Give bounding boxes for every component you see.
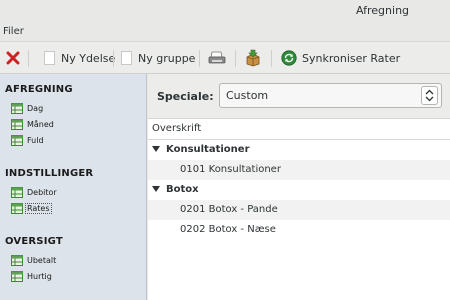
table-icon	[11, 134, 23, 146]
print-button[interactable]	[207, 42, 227, 74]
sidebar-item-maaned[interactable]: Måned	[11, 117, 55, 131]
tree-group-row[interactable]: Botox	[148, 180, 450, 200]
sidebar-item-label: Måned	[27, 119, 54, 129]
tree-child-label: 0201 Botox - Pande	[180, 204, 278, 215]
tree-child-label: 0202 Botox - Næse	[180, 224, 276, 235]
sidebar-item-label: Debitor	[27, 187, 57, 197]
tree-child-label: 0101 Konsultationer	[180, 164, 281, 175]
delete-button[interactable]	[4, 42, 22, 74]
tree-child-row[interactable]: 0101 Konsultationer	[148, 160, 450, 180]
expander-arrow-icon[interactable]	[152, 146, 160, 152]
new-group-label: Ny gruppe	[138, 51, 196, 65]
toolbar-separator	[235, 50, 236, 67]
toolbar: Ny Ydelse Ny gruppe Synkroniser Rater	[0, 41, 450, 74]
new-service-label: Ny Ydelse	[61, 51, 116, 65]
new-document-icon	[121, 51, 132, 65]
table-icon	[11, 102, 23, 114]
toolbar-separator	[113, 50, 114, 67]
table-icon	[11, 186, 23, 198]
new-service-button[interactable]: Ny Ydelse	[44, 42, 115, 74]
sync-icon	[281, 50, 297, 66]
updown-arrows-icon	[421, 86, 438, 105]
sidebar-section-afregning: AFREGNING	[5, 84, 73, 95]
new-group-button[interactable]: Ny gruppe	[121, 42, 195, 74]
table-icon	[11, 254, 23, 266]
new-document-icon	[44, 51, 55, 65]
sync-rates-button[interactable]: Synkroniser Rater	[281, 42, 400, 74]
sidebar-item-label: Dag	[27, 103, 44, 113]
column-header-overskrift[interactable]: Overskrift	[148, 118, 450, 140]
import-button[interactable]	[243, 42, 263, 74]
tree-group-label: Botox	[166, 184, 199, 195]
sidebar-item-label: Fuld	[27, 135, 44, 145]
table-icon	[11, 270, 23, 282]
sidebar-item-ubetalt[interactable]: Ubetalt	[11, 253, 57, 267]
sync-rates-label: Synkroniser Rater	[302, 51, 401, 65]
speciale-label: Speciale:	[157, 90, 214, 103]
tree-group-row[interactable]: Konsultationer	[148, 140, 450, 160]
table-icon	[11, 118, 23, 130]
sidebar-item-debitor[interactable]: Debitor	[11, 185, 58, 199]
expander-arrow-icon[interactable]	[152, 186, 160, 192]
tree-group-label: Konsultationer	[166, 144, 250, 155]
title-bar: Afregning	[0, 0, 450, 23]
column-header-label: Overskrift	[152, 123, 202, 134]
tree-child-row[interactable]: 0201 Botox - Pande	[148, 200, 450, 220]
table-icon	[11, 202, 23, 214]
menu-bar: Filer	[0, 23, 450, 41]
sidebar-item-label: Hurtig	[27, 271, 52, 281]
toolbar-separator	[199, 50, 200, 67]
sidebar-item-label: Rates	[25, 202, 52, 214]
printer-icon	[208, 51, 226, 64]
main-panel: Speciale: Custom Overskrift Konsultation…	[148, 74, 450, 300]
tree-child-row[interactable]: 0202 Botox - Næse	[148, 220, 450, 240]
sidebar: AFREGNING Dag Måned Fuld INDSTILLINGER D…	[0, 74, 147, 300]
sidebar-item-hurtig[interactable]: Hurtig	[11, 269, 53, 283]
sidebar-item-fuld[interactable]: Fuld	[11, 133, 45, 147]
menu-filer[interactable]: Filer	[3, 26, 24, 37]
sidebar-item-label: Ubetalt	[27, 255, 57, 265]
sidebar-item-rates[interactable]: Rates	[11, 201, 52, 215]
delete-icon	[6, 51, 20, 65]
toolbar-separator	[28, 50, 29, 67]
speciale-bar: Speciale: Custom	[148, 74, 450, 118]
speciale-select[interactable]: Custom	[219, 83, 442, 108]
toolbar-separator	[271, 50, 272, 67]
sidebar-section-oversigt: OVERSIGT	[5, 236, 63, 247]
sidebar-item-dag[interactable]: Dag	[11, 101, 44, 115]
speciale-value: Custom	[226, 89, 269, 102]
window-title: Afregning	[356, 4, 410, 17]
sidebar-section-indstillinger: INDSTILLINGER	[5, 168, 94, 179]
package-install-icon	[246, 49, 260, 67]
